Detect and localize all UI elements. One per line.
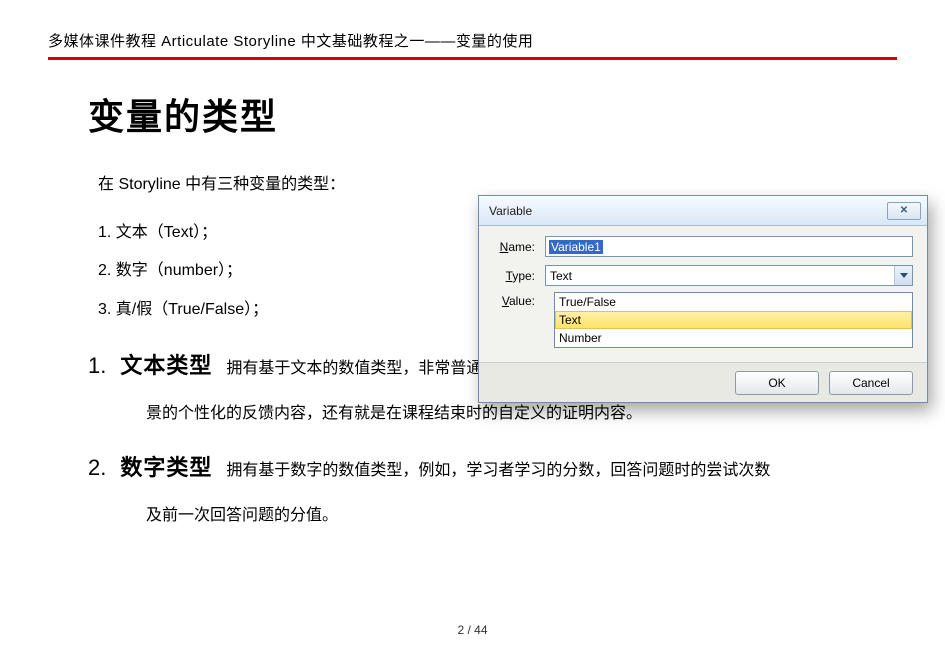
ok-button[interactable]: OK — [735, 371, 819, 395]
header-text: 多媒体课件教程 Articulate Storyline 中文基础教程之一——变… — [48, 33, 533, 50]
section-number-type: 2. 数字类型 拥有基于数字的数值类型，例如，学习者学习的分数，回答问题时的尝试… — [88, 445, 897, 533]
dialog-titlebar: Variable ✕ — [479, 196, 927, 226]
value-label: Value: — [493, 294, 545, 308]
section-title: 数字类型 — [120, 445, 212, 491]
close-button[interactable]: ✕ — [887, 202, 921, 220]
intro-text: 在 Storyline 中有三种变量的类型： — [88, 170, 897, 194]
type-value: Text — [550, 269, 572, 283]
name-input[interactable]: Variable1 — [545, 236, 913, 257]
variable-dialog: Variable ✕ Name: Variable1 Type: Text — [478, 195, 928, 403]
type-label: Type: — [493, 269, 545, 283]
name-value: Variable1 — [549, 240, 603, 254]
section-number: 2. — [88, 445, 106, 491]
dialog-title-text: Variable — [489, 204, 532, 218]
type-combo[interactable]: Text — [545, 265, 913, 286]
dropdown-option-truefalse[interactable]: True/False — [555, 293, 912, 311]
type-dropdown-list: True/False Text Number — [554, 292, 913, 348]
cancel-button[interactable]: Cancel — [829, 371, 913, 395]
name-label: Name: — [493, 240, 545, 254]
combo-dropdown-button[interactable] — [894, 266, 912, 285]
section-body: 拥有基于数字的数值类型，例如，学习者学习的分数，回答问题时的尝试次数 — [226, 454, 770, 488]
section-title: 文本类型 — [120, 343, 212, 389]
section-body-cont: 及前一次回答问题的分值。 — [88, 499, 897, 533]
page-number: 2 / 44 — [0, 623, 945, 637]
chevron-down-icon — [900, 273, 908, 278]
page-title: 变量的类型 — [88, 88, 897, 140]
section-number: 1. — [88, 343, 106, 389]
close-icon: ✕ — [900, 205, 908, 216]
page-header: 多媒体课件教程 Articulate Storyline 中文基础教程之一——变… — [48, 30, 897, 60]
dropdown-option-text[interactable]: Text — [555, 311, 912, 329]
dropdown-option-number[interactable]: Number — [555, 329, 912, 347]
